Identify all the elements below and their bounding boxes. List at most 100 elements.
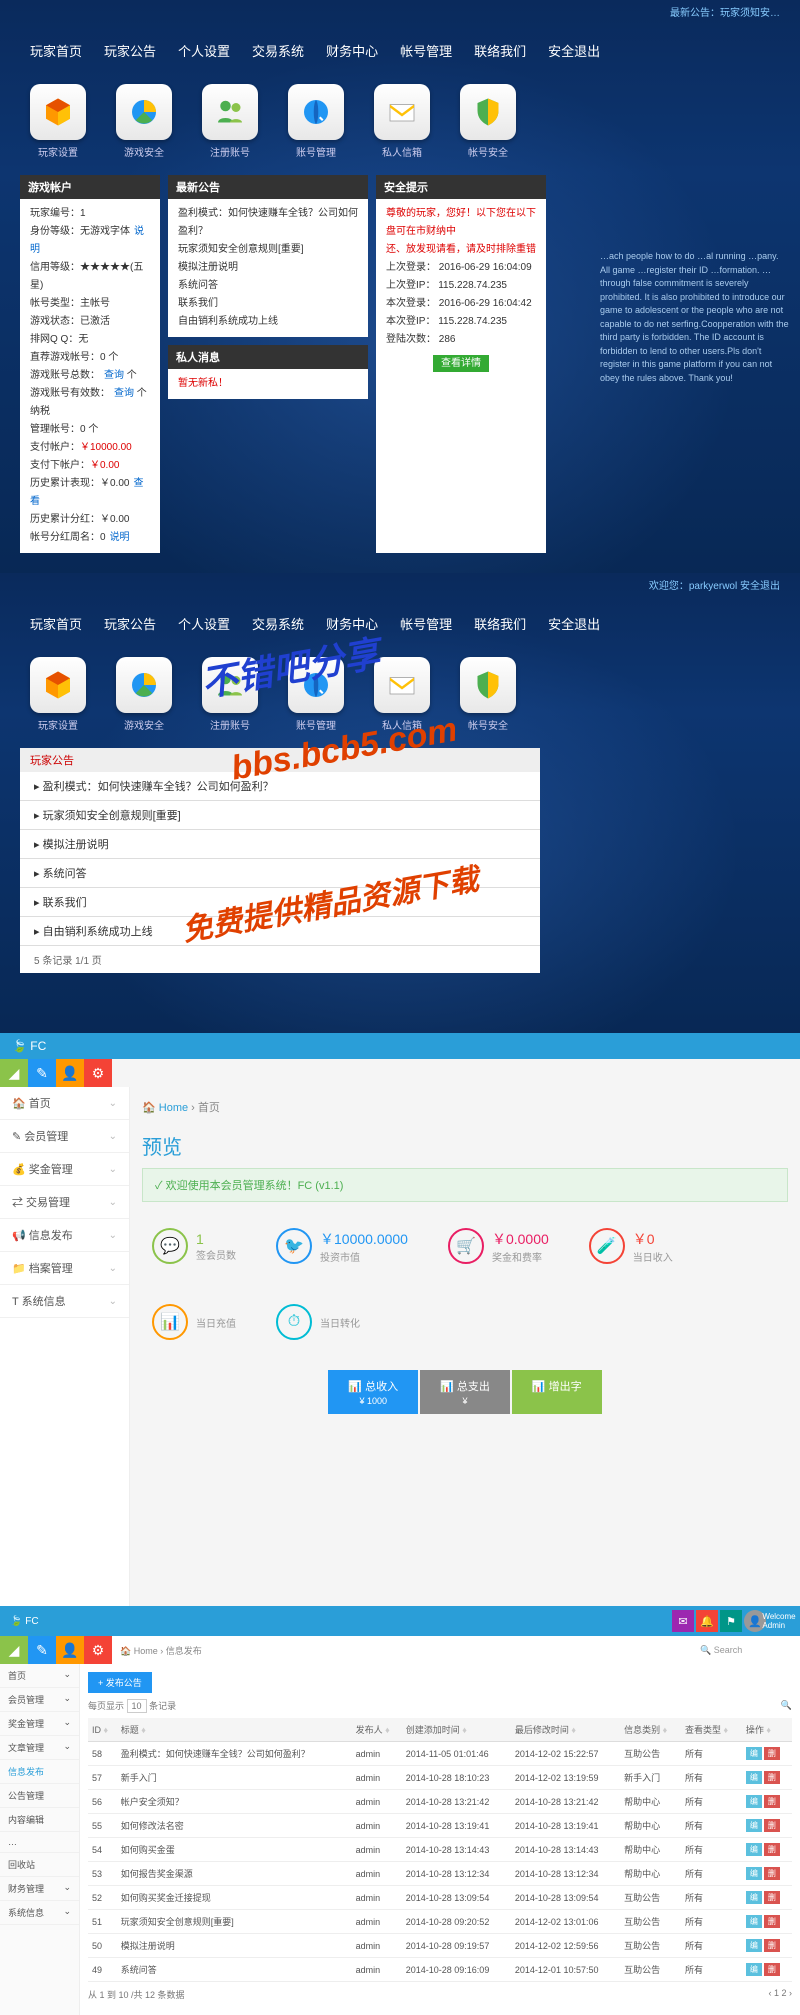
delete-button[interactable]: 删 (764, 1891, 780, 1904)
announce-item[interactable]: ▸ 玩家须知安全创意规则[重要] (20, 801, 540, 830)
nav-item-3[interactable]: 交易系统 (252, 614, 304, 633)
sidebar2-item-1[interactable]: 会员管理⌄ (0, 1688, 79, 1712)
shortcut-2[interactable]: 注册账号 (202, 657, 258, 732)
btn-red-2[interactable]: ⚙ (84, 1636, 112, 1664)
sidebar2-item-8[interactable]: 回收站 (0, 1853, 79, 1877)
delete-button[interactable]: 删 (764, 1843, 780, 1856)
notice-item[interactable]: 自由销利系统成功上线 (178, 313, 358, 331)
sidebar-item-3[interactable]: ⇄ 交易管理⌄ (0, 1186, 129, 1219)
nav-item-6[interactable]: 联络我们 (474, 614, 526, 633)
nav-item-0[interactable]: 玩家首页 (30, 41, 82, 60)
edit-button[interactable]: 编 (746, 1939, 762, 1952)
sidebar-item-2[interactable]: 💰 奖金管理⌄ (0, 1153, 129, 1186)
table-header[interactable]: 查看类型 ♦ (681, 1718, 742, 1742)
edit-button[interactable]: 编 (746, 1747, 762, 1760)
edit-button[interactable]: 编 (746, 1915, 762, 1928)
nav-item-4[interactable]: 财务中心 (326, 41, 378, 60)
delete-button[interactable]: 删 (764, 1867, 780, 1880)
sidebar2-item-10[interactable]: 系统信息⌄ (0, 1901, 79, 1925)
shortcut-1[interactable]: 游戏安全 (116, 657, 172, 732)
shortcut-4[interactable]: 私人信箱 (374, 657, 430, 732)
edit-button[interactable]: 编 (746, 1867, 762, 1880)
delete-button[interactable]: 删 (764, 1819, 780, 1832)
action-button[interactable]: 📊 总支出¥ (420, 1370, 510, 1414)
btn-red[interactable]: ⚙ (84, 1059, 112, 1087)
table-header[interactable]: 信息类别 ♦ (620, 1718, 681, 1742)
sidebar-item-1[interactable]: ✎ 会员管理⌄ (0, 1120, 129, 1153)
edit-button[interactable]: 编 (746, 1891, 762, 1904)
crumb-home[interactable]: Home (159, 1102, 188, 1114)
table-search[interactable]: 🔍 (781, 1700, 792, 1711)
nav-item-7[interactable]: 安全退出 (548, 41, 600, 60)
table-header[interactable]: 最后修改时间 ♦ (511, 1718, 620, 1742)
sidebar2-item-2[interactable]: 奖金管理⌄ (0, 1712, 79, 1736)
nav-item-1[interactable]: 玩家公告 (104, 41, 156, 60)
nav-item-5[interactable]: 帐号管理 (400, 614, 452, 633)
sidebar-item-6[interactable]: T 系统信息⌄ (0, 1285, 129, 1318)
btn-blue[interactable]: ✎ (28, 1059, 56, 1087)
btn-green[interactable]: ◢ (0, 1059, 28, 1087)
search-input[interactable]: 🔍 Search (692, 1643, 792, 1658)
account-link[interactable]: 查询 (104, 370, 124, 381)
edit-button[interactable]: 编 (746, 1795, 762, 1808)
shortcut-0[interactable]: 玩家设置 (30, 84, 86, 159)
sidebar-item-0[interactable]: 🏠 首页⌄ (0, 1087, 129, 1120)
notice-item[interactable]: 盈利模式：如何快速赚车全钱？公司如何盈利？ (178, 205, 358, 241)
nav-item-1[interactable]: 玩家公告 (104, 614, 156, 633)
top-icon-3[interactable]: ⚑ (720, 1610, 742, 1632)
pagination[interactable]: ‹ 1 2 › (768, 1988, 792, 2001)
nav-item-7[interactable]: 安全退出 (548, 614, 600, 633)
sidebar2-item-3[interactable]: 文章管理⌄ (0, 1736, 79, 1760)
sidebar-item-4[interactable]: 📢 信息发布⌄ (0, 1219, 129, 1252)
edit-button[interactable]: 编 (746, 1843, 762, 1856)
announce-item[interactable]: ▸ 自由销利系统成功上线 (20, 917, 540, 946)
btn-green-2[interactable]: ◢ (0, 1636, 28, 1664)
shortcut-3[interactable]: 账号管理 (288, 84, 344, 159)
btn-orange[interactable]: 👤 (56, 1059, 84, 1087)
table-header[interactable]: 发布人 ♦ (352, 1718, 402, 1742)
notice-item[interactable]: 模拟注册说明 (178, 259, 358, 277)
shortcut-2[interactable]: 注册账号 (202, 84, 258, 159)
shortcut-4[interactable]: 私人信箱 (374, 84, 430, 159)
table-header[interactable]: 标题 ♦ (117, 1718, 352, 1742)
btn-blue-2[interactable]: ✎ (28, 1636, 56, 1664)
sidebar2-item-6[interactable]: 内容编辑 (0, 1808, 79, 1832)
delete-button[interactable]: 删 (764, 1747, 780, 1760)
table-header[interactable]: ID ♦ (88, 1718, 117, 1742)
edit-button[interactable]: 编 (746, 1963, 762, 1976)
shortcut-0[interactable]: 玩家设置 (30, 657, 86, 732)
shortcut-5[interactable]: 帐号安全 (460, 84, 516, 159)
notice-item[interactable]: 联系我们 (178, 295, 358, 313)
sidebar2-item-0[interactable]: 首页⌄ (0, 1664, 79, 1688)
sidebar2-item-9[interactable]: 财务管理⌄ (0, 1877, 79, 1901)
action-button[interactable]: 📊 增出字 (512, 1370, 602, 1414)
account-link[interactable]: 说明 (110, 532, 130, 543)
btn-orange-2[interactable]: 👤 (56, 1636, 84, 1664)
sidebar2-item-7[interactable]: … (0, 1832, 79, 1853)
action-button[interactable]: 📊 总收入¥ 1000 (328, 1370, 418, 1414)
top-icon-2[interactable]: 🔔 (696, 1610, 718, 1632)
shortcut-5[interactable]: 帐号安全 (460, 657, 516, 732)
delete-button[interactable]: 删 (764, 1963, 780, 1976)
nav-item-6[interactable]: 联络我们 (474, 41, 526, 60)
edit-button[interactable]: 编 (746, 1819, 762, 1832)
delete-button[interactable]: 删 (764, 1771, 780, 1784)
nav-item-4[interactable]: 财务中心 (326, 614, 378, 633)
sidebar-item-5[interactable]: 📁 档案管理⌄ (0, 1252, 129, 1285)
shortcut-3[interactable]: 账号管理 (288, 657, 344, 732)
nav-item-5[interactable]: 帐号管理 (400, 41, 452, 60)
notice-item[interactable]: 系统问答 (178, 277, 358, 295)
table-header[interactable]: 创建添加时间 ♦ (402, 1718, 511, 1742)
announce-item[interactable]: ▸ 盈利模式：如何快速赚车全钱？公司如何盈利？ (20, 772, 540, 801)
table-header[interactable]: 操作 ♦ (742, 1718, 792, 1742)
safety-detail-button[interactable]: 查看详情 (433, 355, 489, 372)
edit-button[interactable]: 编 (746, 1771, 762, 1784)
announce-item[interactable]: ▸ 联系我们 (20, 888, 540, 917)
per-page-select[interactable]: 10 (127, 1699, 147, 1713)
announce-item[interactable]: ▸ 模拟注册说明 (20, 830, 540, 859)
nav-item-2[interactable]: 个人设置 (178, 41, 230, 60)
delete-button[interactable]: 删 (764, 1939, 780, 1952)
nav-item-2[interactable]: 个人设置 (178, 614, 230, 633)
sidebar2-item-5[interactable]: 公告管理 (0, 1784, 79, 1808)
shortcut-1[interactable]: 游戏安全 (116, 84, 172, 159)
